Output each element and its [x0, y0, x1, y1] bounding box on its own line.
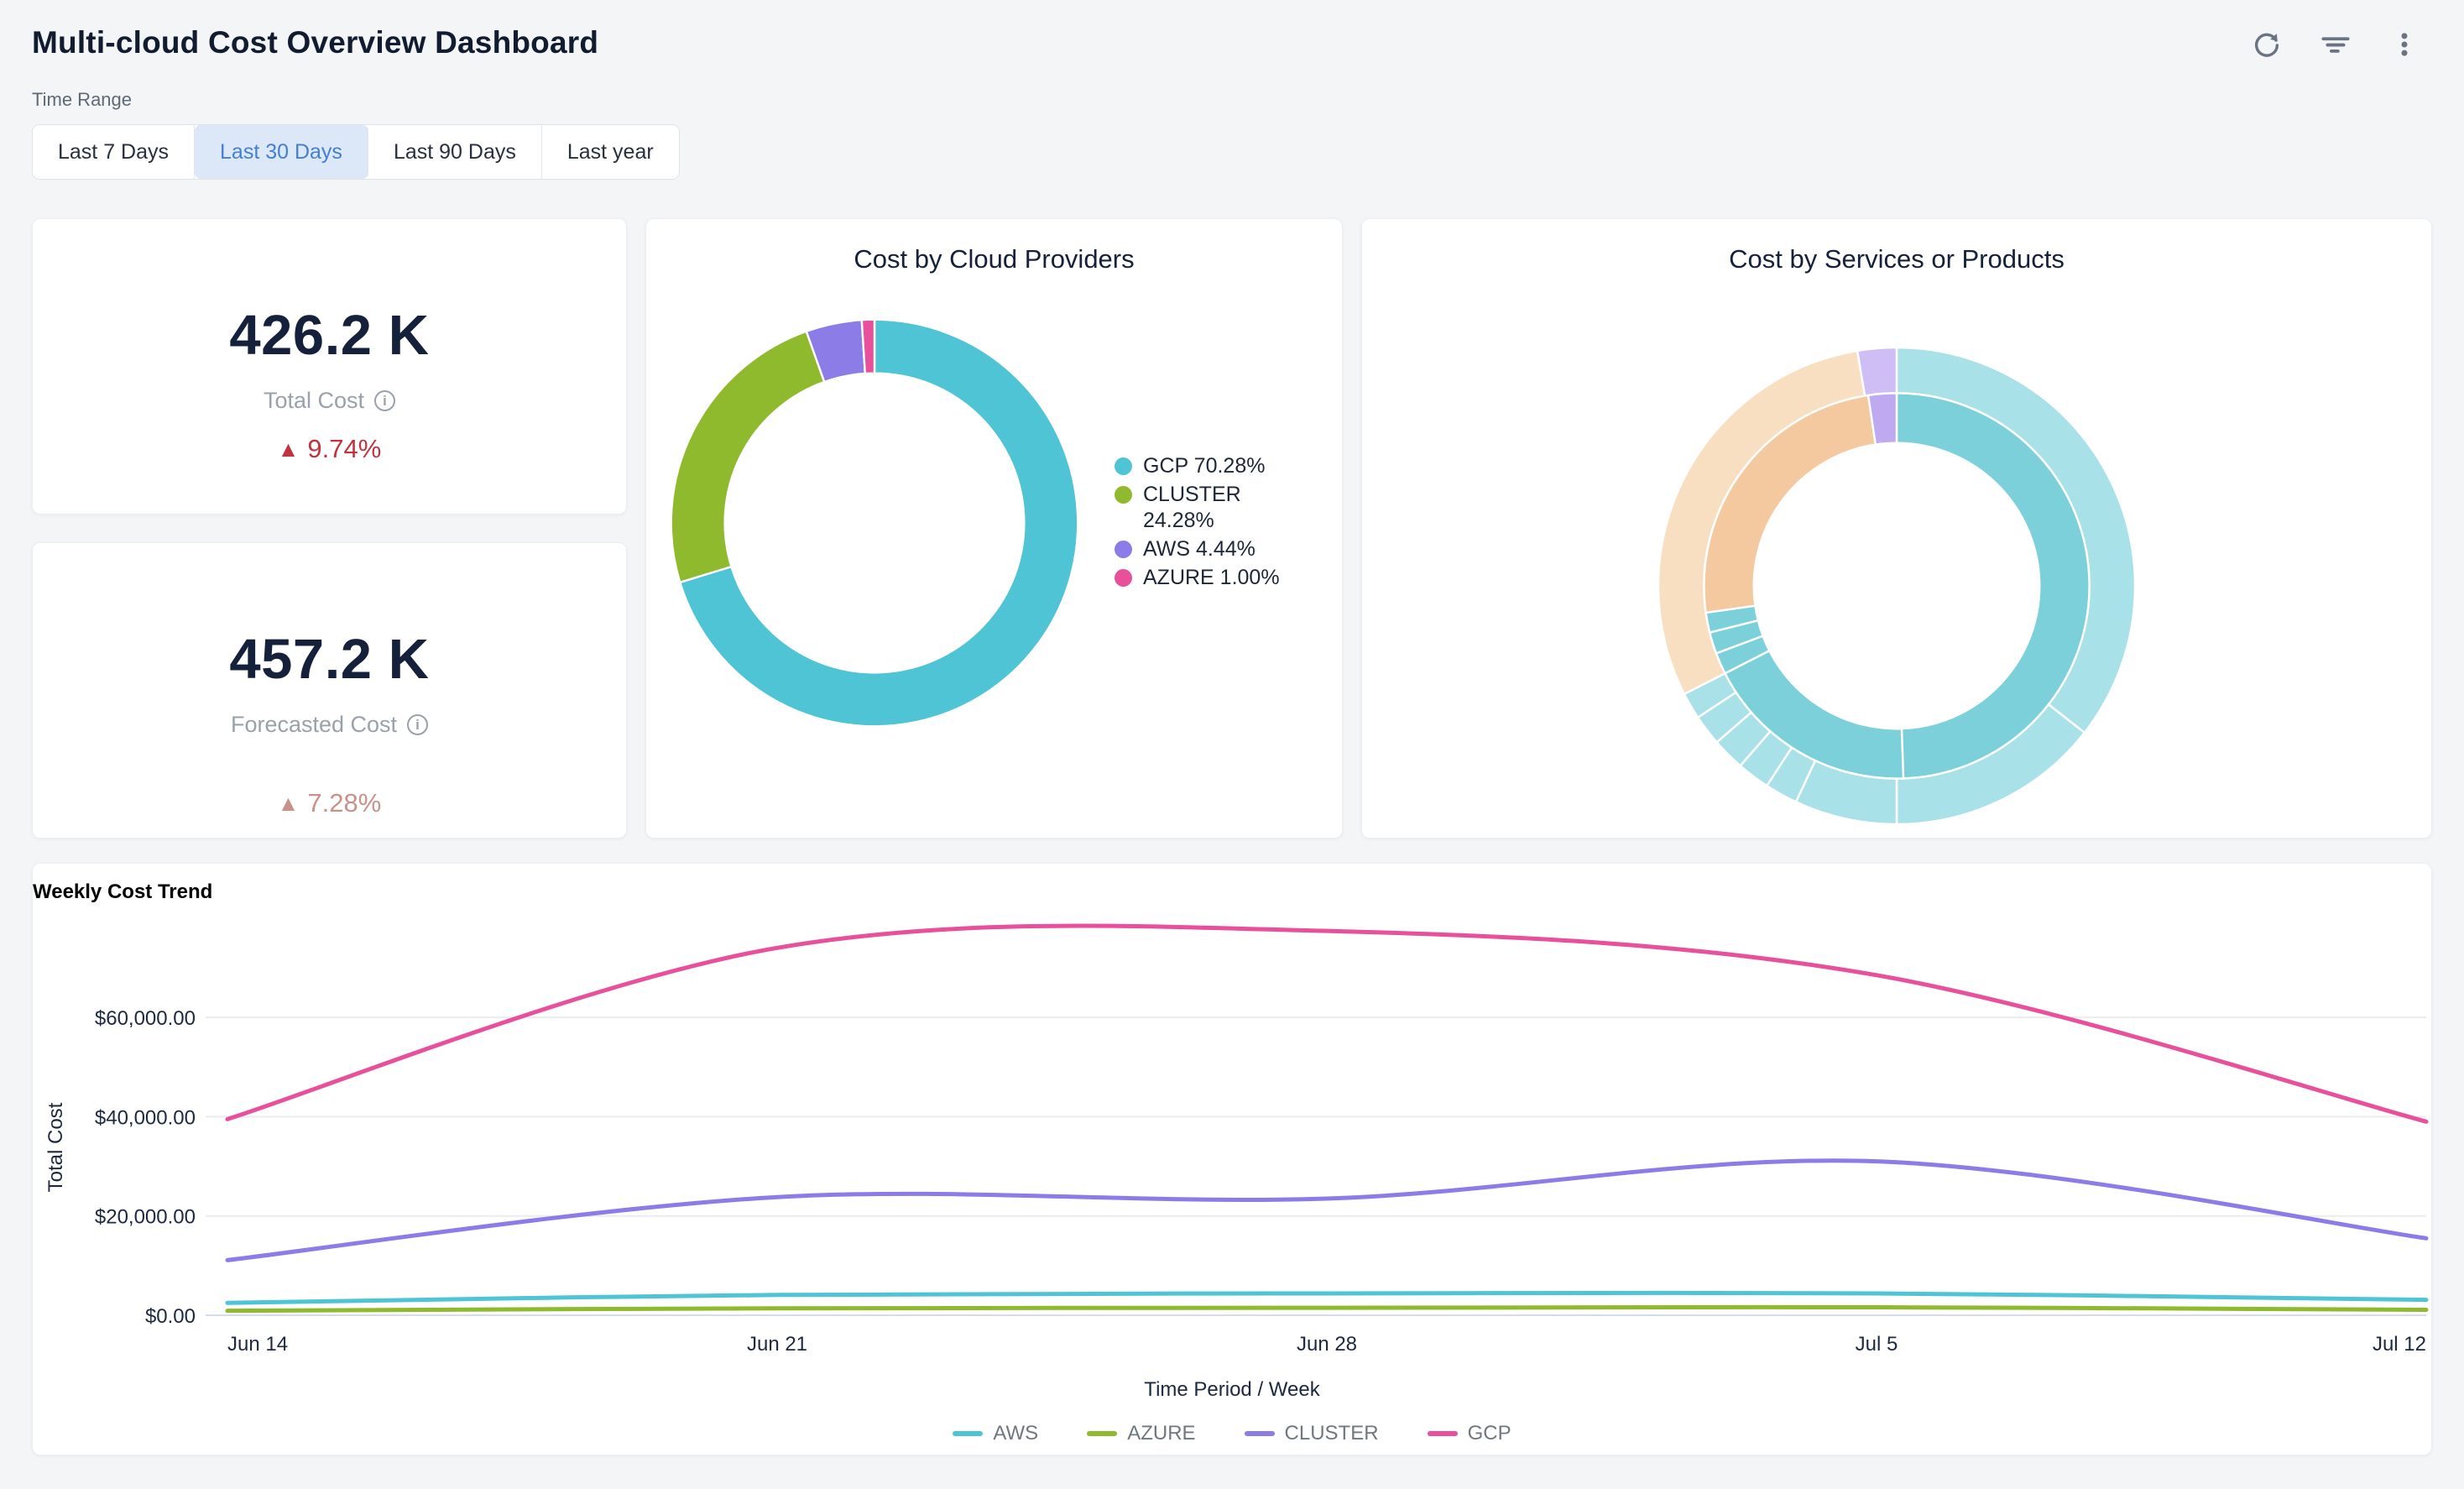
y-tick-label: $60,000.00	[95, 1007, 196, 1030]
legend-label: GCP 70.28%	[1143, 453, 1265, 479]
filter-button[interactable]	[2320, 29, 2352, 60]
y-axis-title: Total Cost	[44, 1102, 67, 1192]
refresh-button[interactable]	[2251, 29, 2283, 60]
donut-slice-azure[interactable]	[862, 320, 874, 374]
legend-label: AWS	[993, 1422, 1038, 1445]
providers-chart-title: Cost by Cloud Providers	[646, 244, 1342, 274]
x-tick-label: Jun 28	[1297, 1333, 1357, 1356]
forecasted-cost-label: Forecasted Cost	[231, 712, 397, 738]
services-chart-title: Cost by Services or Products	[1362, 244, 2431, 274]
total-cost-card: 426.2 K Total Cost i ▲ 9.74%	[32, 218, 627, 515]
cards-grid: 426.2 K Total Cost i ▲ 9.74% 457.2 K For…	[32, 218, 2432, 1455]
x-tick-label: Jun 14	[227, 1333, 288, 1356]
legend-label: AZURE 1.00%	[1143, 565, 1280, 591]
y-tick-label: $0.00	[145, 1305, 196, 1328]
header-actions	[2251, 29, 2420, 60]
legend-item-azure[interactable]: AZURE	[1087, 1422, 1195, 1445]
x-tick-label: Jul 5	[1856, 1333, 1898, 1356]
total-cost-label: Total Cost	[264, 388, 364, 414]
weekly-trend-card: Weekly Cost Trend $0.00 $20,000.00 $40,000…	[32, 863, 2432, 1455]
legend-swatch	[1245, 1431, 1275, 1436]
y-tick-label: $40,000.00	[95, 1106, 196, 1129]
filter-icon	[2320, 29, 2351, 60]
x-axis-title: Time Period / Week	[33, 1378, 2431, 1402]
legend-label: CLUSTER	[1285, 1422, 1379, 1445]
kebab-menu-icon	[2389, 29, 2420, 60]
legend-item-gcp[interactable]: GCP	[1428, 1422, 1511, 1445]
weekly-trend-title: Weekly Cost Trend	[33, 880, 2431, 904]
services-chart-card: Cost by Services or Products	[1361, 218, 2432, 839]
legend-label: GCP	[1468, 1422, 1511, 1445]
legend-item-cluster[interactable]: CLUSTER	[1245, 1422, 1379, 1445]
time-range-option-1[interactable]: Last 30 Days	[195, 125, 368, 179]
time-range-segmented-control: Last 7 DaysLast 30 DaysLast 90 DaysLast …	[32, 124, 680, 180]
legend-swatch	[953, 1431, 983, 1436]
providers-donut-chart[interactable]	[663, 311, 1086, 734]
providers-chart-card: Cost by Cloud Providers GCP 70.28% CLUSTE…	[645, 218, 1343, 839]
legend-item-gcp[interactable]: GCP 70.28%	[1115, 453, 1287, 479]
legend-label: AWS 4.44%	[1143, 536, 1255, 562]
services-sunburst-chart[interactable]	[1656, 345, 2138, 827]
info-icon[interactable]: i	[407, 714, 428, 735]
legend-item-aws[interactable]: AWS 4.44%	[1115, 536, 1287, 562]
trend-line-aws[interactable]	[227, 1293, 2426, 1303]
y-tick-label: $20,000.00	[95, 1206, 196, 1229]
trend-line-gcp[interactable]	[227, 926, 2426, 1121]
total-cost-change: ▲ 9.74%	[33, 434, 626, 464]
donut-slice-cluster[interactable]	[671, 332, 825, 583]
sunburst-outer-segment-9[interactable]	[1857, 347, 1897, 396]
trend-line-azure[interactable]	[227, 1307, 2426, 1310]
legend-swatch	[1087, 1431, 1117, 1436]
legend-item-azure[interactable]: AZURE 1.00%	[1115, 565, 1287, 591]
providers-donut-legend: GCP 70.28% CLUSTER 24.28%AWS 4.44% AZURE 1…	[1115, 451, 1287, 593]
legend-label: CLUSTER 24.28%	[1143, 482, 1287, 534]
x-tick-label: Jun 21	[747, 1333, 807, 1356]
header: Multi-cloud Cost Overview Dashboard	[32, 18, 2432, 60]
legend-dot	[1115, 457, 1132, 475]
dashboard-page: Multi-cloud Cost Overview Dashboard	[0, 0, 2464, 1489]
time-range-option-2[interactable]: Last 90 Days	[368, 125, 542, 179]
trend-line-cluster[interactable]	[227, 1161, 2426, 1261]
legend-label: AZURE	[1127, 1422, 1195, 1445]
legend-item-cluster[interactable]: CLUSTER 24.28%	[1115, 482, 1287, 534]
forecasted-cost-change: ▲ 7.28%	[33, 788, 626, 818]
info-icon[interactable]: i	[374, 390, 395, 411]
x-tick-label: Jul 12	[2373, 1333, 2426, 1356]
legend-swatch	[1428, 1431, 1458, 1436]
kebab-menu-button[interactable]	[2388, 29, 2420, 60]
legend-dot	[1115, 569, 1132, 587]
kpi-column: 426.2 K Total Cost i ▲ 9.74% 457.2 K For…	[32, 218, 627, 839]
total-cost-value: 426.2 K	[33, 303, 626, 368]
legend-item-aws[interactable]: AWS	[953, 1422, 1038, 1445]
refresh-icon	[2252, 29, 2282, 60]
weekly-trend-line-chart[interactable]: $0.00 $20,000.00 $40,000.00 $60,000.00 Jun 1…	[34, 921, 2430, 1378]
arrow-up-icon: ▲	[278, 791, 300, 817]
weekly-trend-legend: AWS AZURE CLUSTER GCP	[33, 1422, 2431, 1445]
time-range-option-3[interactable]: Last year	[542, 125, 679, 179]
arrow-up-icon: ▲	[278, 436, 300, 462]
legend-dot	[1115, 486, 1132, 504]
time-range-option-0[interactable]: Last 7 Days	[33, 125, 195, 179]
forecasted-cost-card: 457.2 K Forecasted Cost i ▲ 7.28%	[32, 542, 627, 839]
legend-dot	[1115, 541, 1132, 558]
forecasted-cost-value: 457.2 K	[33, 627, 626, 692]
page-title: Multi-cloud Cost Overview Dashboard	[32, 25, 598, 60]
time-range-label: Time Range	[32, 89, 2432, 111]
